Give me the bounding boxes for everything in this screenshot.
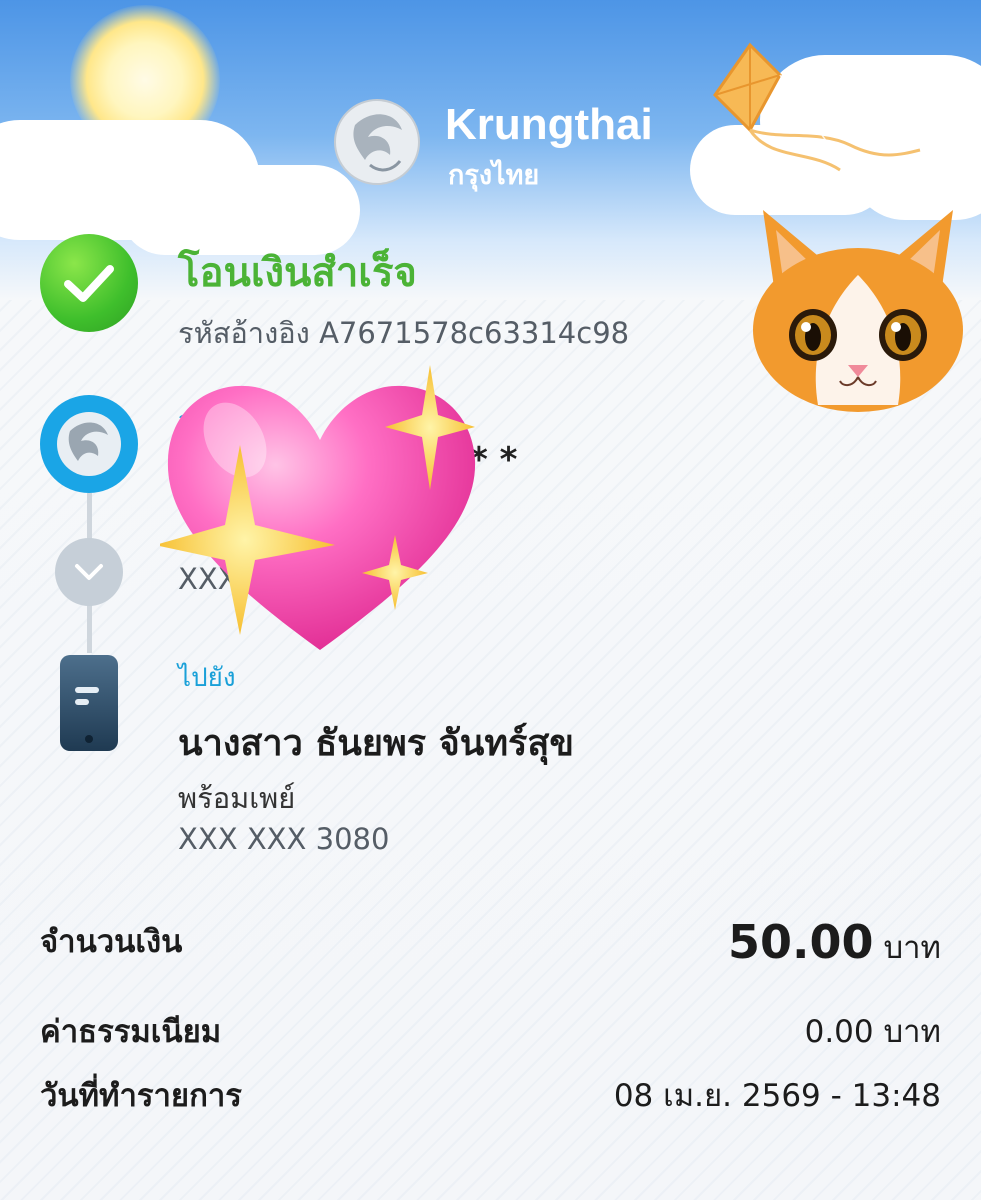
sender-bank-avatar — [40, 395, 138, 493]
brand-name-english: Krungthai — [445, 100, 653, 149]
date-label: วันที่ทำรายการ — [40, 1078, 242, 1114]
amount-unit: บาท — [883, 930, 941, 966]
check-icon — [64, 265, 114, 302]
fee-value: 0.00 บาท — [804, 1014, 941, 1050]
kite-icon — [713, 42, 921, 211]
transfer-success-title: โอนเงินสำเร็จ — [178, 250, 417, 296]
brand-name-thai: กรุงไทย — [448, 160, 540, 191]
expand-details-button[interactable] — [55, 538, 123, 606]
date-value: 08 เม.ย. 2569 - 13:48 — [613, 1078, 941, 1114]
receiver-label: ไปยัง — [178, 663, 236, 693]
heart-sticker — [160, 365, 476, 650]
receiver-name: นางสาว ธันยพร จันทร์สุข — [178, 723, 574, 764]
reference-label: รหัสอ้างอิง — [178, 316, 310, 350]
success-check-badge — [40, 234, 138, 332]
reference-code: A7671578c63314c98 — [319, 316, 630, 350]
amount-number: 50.00 — [727, 915, 874, 969]
chevron-down-icon — [75, 564, 103, 580]
receiver-service: พร้อมเพย์ — [178, 781, 296, 815]
amount-label: จำนวนเงิน — [40, 924, 183, 960]
amount-value: 50.00 บาท — [728, 915, 941, 972]
krungthai-bird-icon — [57, 412, 121, 476]
reference-line: รหัสอ้างอิง A7671578c63314c98 — [178, 310, 629, 356]
krungthai-bird-icon — [334, 99, 420, 185]
cat-sticker — [753, 210, 963, 412]
receiver-account: XXX XXX 3080 — [178, 822, 390, 856]
fee-label: ค่าธรรมเนียม — [40, 1014, 222, 1050]
phone-icon — [60, 655, 118, 751]
